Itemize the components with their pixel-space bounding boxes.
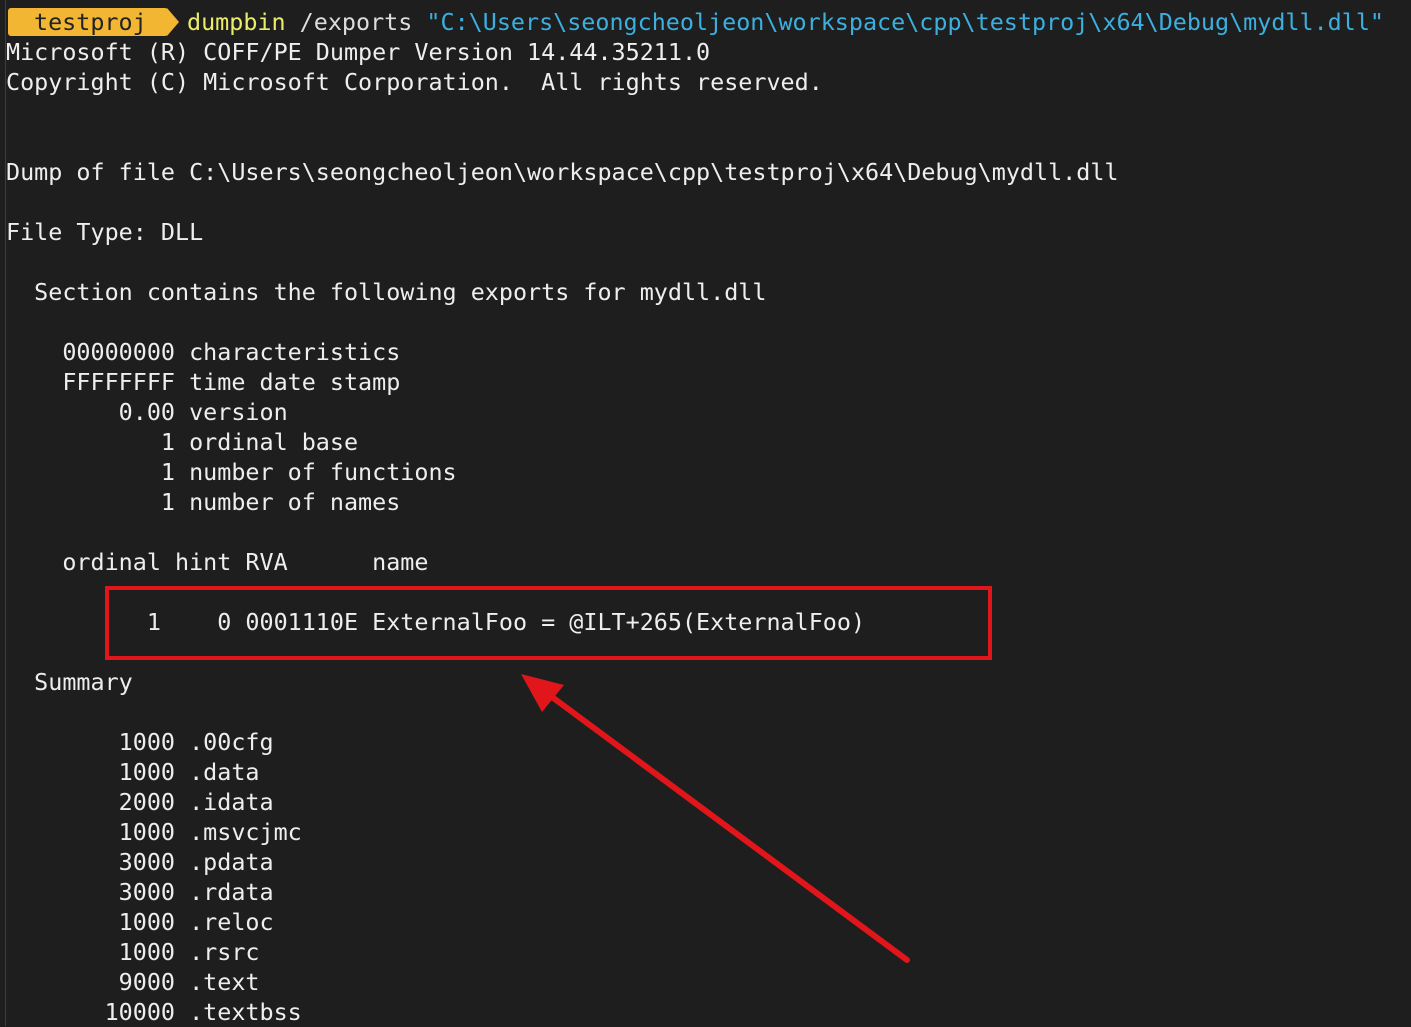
- arrow-head-icon: [521, 674, 564, 712]
- annotation-arrow: [521, 674, 910, 963]
- arrow-shaft: [545, 691, 910, 963]
